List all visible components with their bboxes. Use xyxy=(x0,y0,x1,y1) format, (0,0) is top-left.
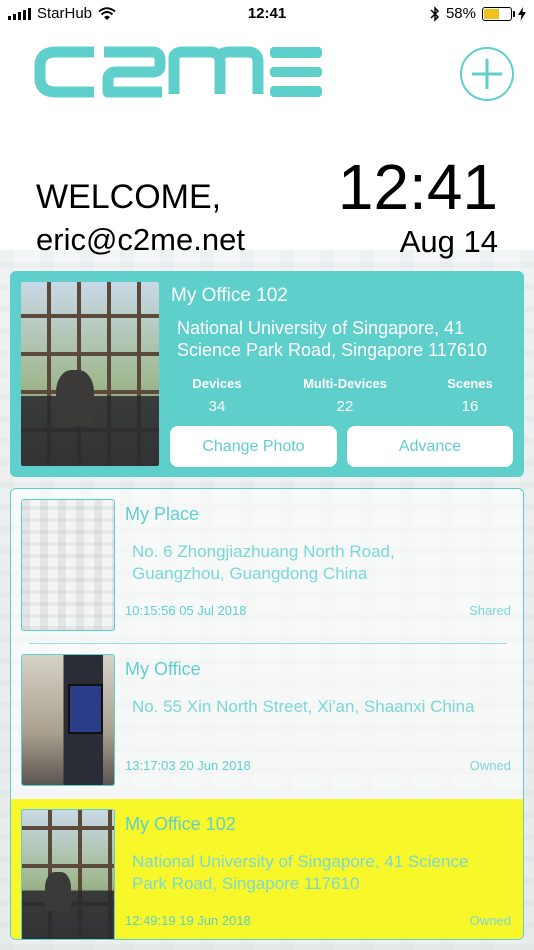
stat-scenes-value: 16 xyxy=(461,398,479,415)
current-place-photo xyxy=(20,281,160,467)
change-photo-button[interactable]: Change Photo xyxy=(170,426,337,467)
bluetooth-icon xyxy=(430,5,440,22)
stat-multi-devices-label: Multi-Devices xyxy=(303,376,387,391)
user-email: eric@c2me.net xyxy=(36,222,245,257)
place-address: No. 6 Zhongjiazhuang North Road, Guangzh… xyxy=(132,542,395,583)
place-timestamp: 13:17:03 20 Jun 2018 xyxy=(125,758,251,773)
place-role: Owned xyxy=(469,758,511,773)
stat-devices-value: 34 xyxy=(208,398,226,415)
place-photo xyxy=(21,809,115,939)
place-role: Shared xyxy=(469,603,511,618)
place-name: My Place xyxy=(125,504,200,524)
place-timestamp: 10:15:56 05 Jul 2018 xyxy=(125,603,247,618)
plus-icon[interactable] xyxy=(460,47,514,101)
advance-button[interactable]: Advance xyxy=(347,426,513,467)
stat-multi-devices-value: 22 xyxy=(336,398,354,415)
place-timestamp: 12:49:19 19 Jun 2018 xyxy=(125,913,251,928)
place-photo xyxy=(21,499,115,631)
battery-percent: 58% xyxy=(445,5,476,22)
welcome-text: WELCOME, xyxy=(36,178,222,216)
clock: 12:41 xyxy=(337,151,498,223)
current-place-address: National University of Singapore, 41 Sci… xyxy=(177,318,487,360)
list-item[interactable]: My Place No. 6 Zhongjiazhuang North Road… xyxy=(11,489,523,643)
place-name: My Office xyxy=(125,659,201,679)
stat-devices-label: Devices xyxy=(192,376,242,391)
charging-icon xyxy=(518,6,526,21)
places-list: My Place No. 6 Zhongjiazhuang North Road… xyxy=(10,488,524,940)
c2me-logo xyxy=(34,46,322,98)
current-place-name: My Office 102 xyxy=(171,285,288,306)
place-address: National University of Singapore, 41 Sci… xyxy=(132,852,469,893)
list-item-selected[interactable]: My Office 102 National University of Sin… xyxy=(11,799,523,939)
place-photo xyxy=(21,654,115,786)
date: Aug 14 xyxy=(399,224,498,259)
stat-scenes-label: Scenes xyxy=(447,376,493,391)
place-name: My Office 102 xyxy=(125,814,236,834)
list-item[interactable]: My Office No. 55 Xin North Street, Xi'an… xyxy=(11,644,523,798)
battery-icon xyxy=(482,6,515,21)
place-role: Owned xyxy=(469,913,511,928)
place-address: No. 55 Xin North Street, Xi'an, Shaanxi … xyxy=(132,697,475,716)
status-bar: StarHub 12:41 58% xyxy=(0,0,534,28)
